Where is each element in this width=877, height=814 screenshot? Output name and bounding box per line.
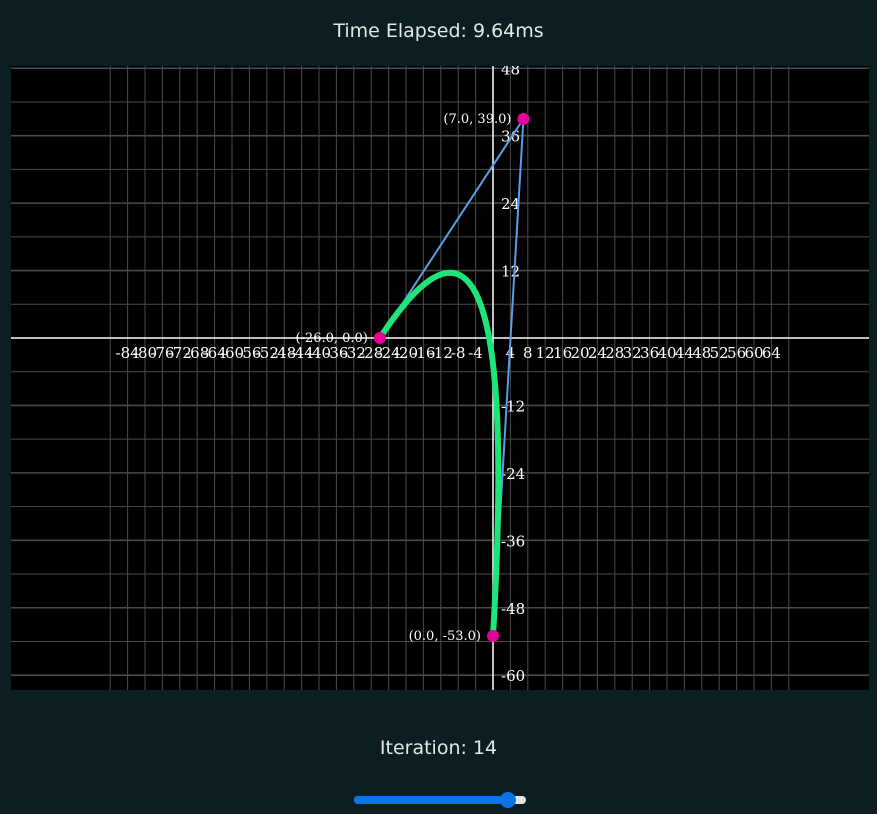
time-elapsed-label: Time Elapsed: 9.64ms bbox=[333, 20, 544, 42]
iteration-label: Iteration: 14 bbox=[379, 737, 498, 759]
x-tick-label: -12 bbox=[429, 344, 453, 362]
control-point bbox=[373, 332, 386, 344]
x-tick-label: 48 bbox=[692, 344, 711, 362]
slider-fill bbox=[354, 796, 508, 804]
control-point bbox=[517, 112, 530, 125]
x-tick-label: 44 bbox=[675, 344, 694, 362]
slider-thumb[interactable] bbox=[499, 792, 516, 808]
y-tick-label: 48 bbox=[501, 66, 520, 78]
bezier-curve bbox=[376, 269, 502, 639]
y-tick-label: -48 bbox=[501, 600, 525, 618]
control-point-label: (0.0, -53.0) bbox=[409, 629, 481, 644]
control-point bbox=[487, 629, 499, 642]
x-tick-label: 12 bbox=[536, 344, 555, 362]
x-tick-label: 24 bbox=[588, 344, 607, 362]
x-tick-label: 16 bbox=[553, 344, 572, 362]
x-tick-label: 28 bbox=[605, 344, 624, 362]
y-tick-label: 12 bbox=[501, 263, 520, 281]
iteration-slider[interactable] bbox=[354, 792, 526, 808]
x-tick-label: 60 bbox=[744, 344, 763, 362]
y-tick-label: -12 bbox=[501, 397, 525, 415]
x-tick-label: 36 bbox=[640, 344, 659, 362]
y-tick-label: -60 bbox=[501, 667, 525, 685]
y-tick-label: -36 bbox=[501, 532, 525, 550]
plot-area: -84 -80 -76 -72 -68 -64 -60 -56 -52 -48 -44 -40 -36-… bbox=[11, 66, 869, 690]
control-point-label: (7.0, 39.0) bbox=[443, 112, 511, 127]
x-tick-label: 52 bbox=[710, 344, 729, 362]
bezier-chart: -84-80-76-72-68-64-60-56-52-48-44-40-36-… bbox=[11, 66, 869, 690]
x-tick-label: 40 bbox=[657, 344, 676, 362]
x-tick-label: 20 bbox=[570, 344, 589, 362]
grid-lines bbox=[11, 66, 869, 690]
x-tick-label: 64 bbox=[762, 344, 781, 362]
x-tick-label: -8 bbox=[451, 344, 466, 362]
y-tick-label: 36 bbox=[501, 128, 520, 146]
x-tick-label: -4 bbox=[468, 344, 483, 362]
x-tick-label: 32 bbox=[623, 344, 642, 362]
x-tick-label: 56 bbox=[727, 344, 746, 362]
x-tick-label: 8 bbox=[523, 344, 533, 362]
control-point-label: (-26.0, 0.0) bbox=[295, 331, 367, 346]
y-tick-label: -24 bbox=[501, 465, 525, 483]
